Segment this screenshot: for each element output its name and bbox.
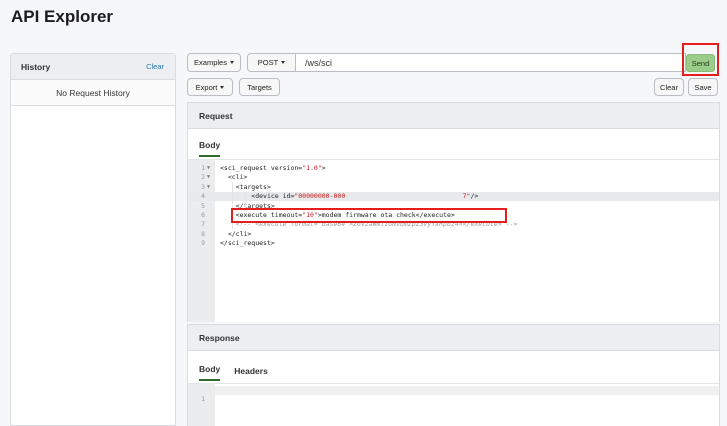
active-line <box>215 386 719 395</box>
history-empty-message: No Request History <box>11 80 175 106</box>
chevron-down-icon <box>229 61 234 64</box>
response-title: Response <box>188 325 719 351</box>
targets-label: Targets <box>247 82 272 92</box>
save-button[interactable]: Save <box>688 78 718 96</box>
code-token: </sci_request> <box>220 239 275 248</box>
code-line: 2 ▼ <cli> <box>188 173 719 182</box>
history-title: History <box>21 61 51 72</box>
code-line: 9 </sci_request> <box>188 239 719 248</box>
tab-request-body[interactable]: Body <box>199 140 221 157</box>
response-tabs: Body Headers <box>188 351 719 381</box>
request-code-editor[interactable]: 1 ▼ <sci_request version="1.0"> 2 ▼ <cli> 3 ▼ … <box>188 159 719 322</box>
code-token: > <box>321 164 326 172</box>
fold-arrow-icon[interactable]: ▼ <box>207 173 210 182</box>
method-label: POST <box>257 58 279 67</box>
code-token: <cli> <box>220 173 248 182</box>
line-number: 7 <box>201 220 205 229</box>
clear-label: Clear <box>660 82 678 92</box>
examples-label: Examples <box>194 58 227 67</box>
code-text: <device id="00000000-000 7"/> <box>220 192 478 201</box>
response-code-editor[interactable]: 1 <box>188 383 719 426</box>
code-line: 1 ▼ <sci_request version="1.0"> <box>188 164 719 173</box>
tab-response-headers[interactable]: Headers <box>234 366 268 381</box>
code-token: </cli> <box>220 229 252 238</box>
code-line: 1 <box>188 386 211 403</box>
save-label: Save <box>694 82 712 92</box>
request-tabs: Body <box>188 129 719 157</box>
line-number: 8 <box>201 229 205 238</box>
code-token: <sci_request version= <box>220 164 303 172</box>
line-number: 1 <box>201 395 205 403</box>
page-title: API Explorer <box>11 7 114 26</box>
line-number: 5 <box>201 201 205 210</box>
line-number: 3 <box>201 182 205 191</box>
code-text: <sci_request version="1.0"> <box>220 164 326 173</box>
line-number: 6 <box>201 211 205 219</box>
code-token: /> <box>470 192 479 201</box>
history-panel: History Clear No Request History <box>10 53 176 426</box>
code-text: </sci_request> <box>220 239 275 248</box>
code-line: 3 ▼ <targets> <box>188 183 719 192</box>
code-line: 8 </cli> <box>188 230 719 239</box>
code-text: <targets> <box>220 183 271 192</box>
line-number: 4 <box>201 192 205 201</box>
line-number: 1 <box>201 164 205 172</box>
execute-line-highlight-box <box>231 208 507 223</box>
url-input[interactable]: /ws/sci <box>296 53 686 72</box>
method-dropdown[interactable]: POST <box>247 53 296 72</box>
line-number: 9 <box>201 239 205 248</box>
history-header: History Clear <box>11 54 175 80</box>
code-text: <cli> <box>220 173 248 182</box>
send-highlight-box: Send <box>682 43 719 76</box>
examples-dropdown[interactable]: Examples <box>187 53 241 72</box>
history-clear-link[interactable]: Clear <box>146 62 164 71</box>
fold-arrow-icon[interactable]: ▼ <box>207 164 210 173</box>
request-panel: Request Body 1 ▼ <sci_request version="1.0… <box>187 102 720 322</box>
request-title: Request <box>188 103 719 129</box>
chevron-down-icon <box>281 61 286 64</box>
fold-arrow-icon[interactable]: ▼ <box>207 183 210 192</box>
targets-button[interactable]: Targets <box>239 78 280 96</box>
code-line: 4 <device id="00000000-000 7"/> <box>188 192 719 201</box>
clear-button[interactable]: Clear <box>654 78 684 96</box>
export-label: Export <box>195 82 218 92</box>
chevron-down-icon <box>220 85 225 89</box>
code-string: "00000000-000 <box>294 192 346 201</box>
response-panel: Response Body Headers 1 <box>187 324 720 426</box>
code-token: <targets> <box>220 182 271 191</box>
code-text: </cli> <box>220 229 252 239</box>
line-number: 2 <box>201 173 205 182</box>
tab-response-body[interactable]: Body <box>199 364 221 381</box>
send-button[interactable]: Send <box>686 54 715 72</box>
export-dropdown[interactable]: Export <box>187 78 233 96</box>
code-string: "1.0" <box>302 164 322 172</box>
